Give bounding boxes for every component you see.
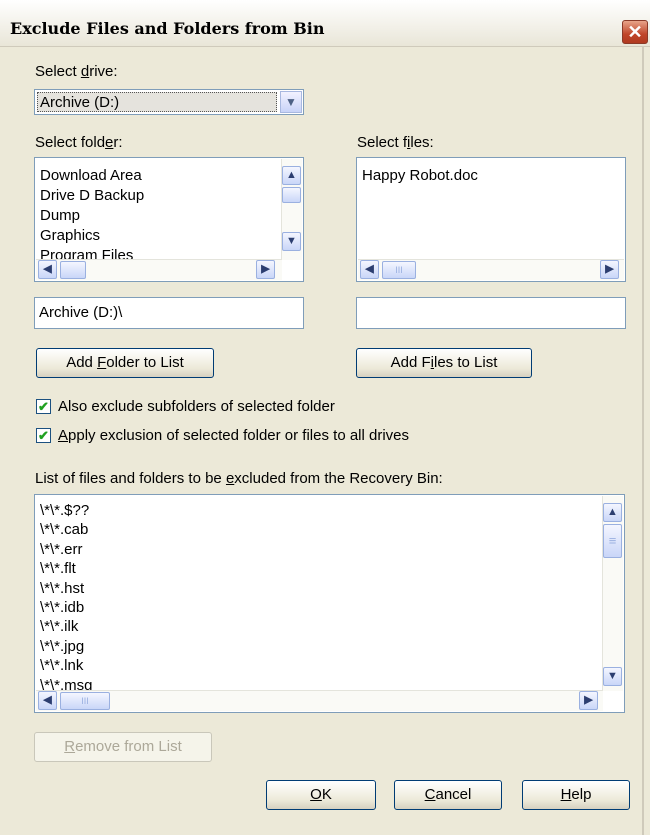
list-item[interactable]: Drive D Backup: [40, 186, 144, 206]
exclusion-vertical-scrollbar[interactable]: ▲ ≡ ▼: [602, 496, 623, 691]
scroll-right-icon[interactable]: ▶: [256, 260, 275, 279]
scroll-right-icon[interactable]: ▶: [600, 260, 619, 279]
scroll-left-icon[interactable]: ◀: [38, 260, 57, 279]
list-item[interactable]: \*\*.jpg: [40, 637, 93, 656]
subfolders-checkbox[interactable]: ✔: [36, 399, 51, 414]
scroll-thumb[interactable]: III: [382, 261, 416, 279]
list-item[interactable]: \*\*.$??: [40, 501, 93, 520]
all-drives-checkbox[interactable]: ✔: [36, 428, 51, 443]
list-item[interactable]: \*\*.err: [40, 540, 93, 559]
ok-button[interactable]: OK: [266, 780, 376, 810]
files-horizontal-scrollbar[interactable]: ◀ III ▶: [358, 259, 624, 280]
exclusion-list-label: List of files and folders to be excluded…: [35, 470, 443, 487]
list-item[interactable]: \*\*.hst: [40, 579, 93, 598]
scroll-up-icon[interactable]: ▲: [282, 166, 301, 185]
exclusion-list: \*\*.$?? \*\*.cab \*\*.err \*\*.flt \*\*…: [40, 501, 93, 695]
add-files-button[interactable]: Add Files to List: [356, 348, 532, 378]
scroll-thumb[interactable]: [60, 261, 86, 279]
window-title: Exclude Files and Folders from Bin: [10, 19, 325, 38]
scroll-thumb[interactable]: [282, 187, 301, 203]
title-bar: Exclude Files and Folders from Bin ✕: [0, 0, 650, 47]
add-folder-button[interactable]: Add Folder to List: [36, 348, 214, 378]
list-item[interactable]: Dump: [40, 206, 144, 226]
scroll-left-icon[interactable]: ◀: [38, 691, 57, 710]
scroll-up-icon[interactable]: ▲: [603, 503, 622, 522]
list-item[interactable]: Happy Robot.doc: [362, 166, 478, 186]
list-item[interactable]: \*\*.cab: [40, 520, 93, 539]
folder-listbox[interactable]: Download Area Drive D Backup Dump Graphi…: [34, 157, 304, 282]
drive-select-value: Archive (D:): [37, 92, 277, 112]
files-list: Happy Robot.doc: [362, 166, 478, 186]
scroll-down-icon[interactable]: ▼: [282, 232, 301, 251]
select-folder-label: Select folder:: [35, 134, 123, 151]
list-item[interactable]: \*\*.idb: [40, 598, 93, 617]
list-item[interactable]: \*\*.flt: [40, 559, 93, 578]
folder-list: Download Area Drive D Backup Dump Graphi…: [40, 166, 144, 266]
list-item[interactable]: \*\*.lnk: [40, 656, 93, 675]
remove-from-list-button[interactable]: Remove from List: [34, 732, 212, 762]
select-files-label: Select files:: [357, 134, 434, 151]
exclusion-horizontal-scrollbar[interactable]: ◀ III ▶: [36, 690, 603, 711]
scroll-down-icon[interactable]: ▼: [603, 667, 622, 686]
close-icon: ✕: [627, 22, 643, 42]
exclusion-listbox[interactable]: \*\*.$?? \*\*.cab \*\*.err \*\*.flt \*\*…: [34, 494, 625, 713]
folder-horizontal-scrollbar[interactable]: ◀ ▶: [36, 259, 282, 280]
select-drive-label: Select drive:: [35, 63, 118, 80]
chevron-down-icon[interactable]: ▼: [280, 91, 302, 113]
drive-select[interactable]: Archive (D:) ▼: [34, 89, 304, 115]
cancel-button[interactable]: Cancel: [394, 780, 502, 810]
scroll-right-icon[interactable]: ▶: [579, 691, 598, 710]
folder-vertical-scrollbar[interactable]: ▲ ▼: [281, 159, 302, 260]
all-drives-label[interactable]: Apply exclusion of selected folder or fi…: [58, 427, 409, 444]
scroll-thumb[interactable]: III: [60, 692, 110, 710]
scroll-thumb[interactable]: ≡: [603, 524, 622, 558]
subfolders-label[interactable]: Also exclude subfolders of selected fold…: [58, 398, 335, 415]
list-item[interactable]: Graphics: [40, 226, 144, 246]
help-button[interactable]: Help: [522, 780, 630, 810]
files-path-field[interactable]: [356, 297, 626, 329]
close-button[interactable]: ✕: [622, 20, 648, 44]
list-item[interactable]: \*\*.ilk: [40, 617, 93, 636]
files-listbox[interactable]: Happy Robot.doc ◀ III ▶: [356, 157, 626, 282]
scroll-left-icon[interactable]: ◀: [360, 260, 379, 279]
list-item[interactable]: Download Area: [40, 166, 144, 186]
folder-path-field[interactable]: Archive (D:)\: [34, 297, 304, 329]
